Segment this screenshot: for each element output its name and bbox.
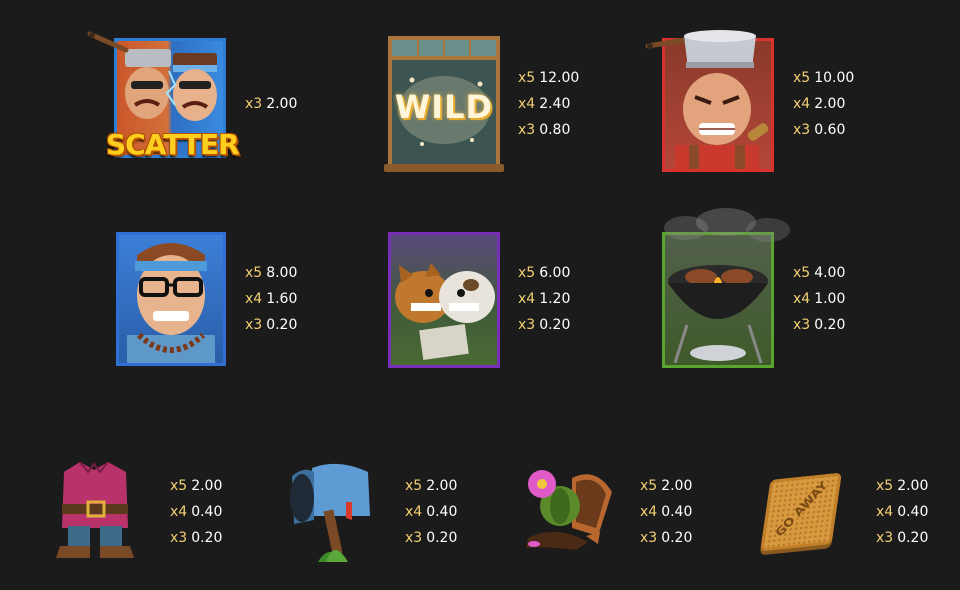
- pay-row: x3 0.20: [876, 530, 929, 546]
- angry-pot-man-symbol: [644, 26, 784, 176]
- bbq-grill-icon: [668, 265, 768, 364]
- pay-row: x5 2.00: [876, 478, 929, 494]
- fighting-dogs-icon: [395, 263, 495, 361]
- dogs-paytable: x5 6.00 x4 1.20 x3 0.20: [518, 260, 570, 338]
- pay-row: x4 1.00: [793, 291, 846, 307]
- pay-row: x3 0.20: [405, 530, 458, 546]
- pay-row: x4 1.20: [518, 291, 571, 307]
- gnome-paytable: x5 2.00 x4 0.40 x3 0.20: [170, 473, 222, 551]
- broken-mailbox-icon: [290, 463, 370, 562]
- glasses-neighbor-symbol: [112, 218, 230, 370]
- pay-row: x5 4.00: [793, 265, 846, 281]
- pay-row: x3 0.80: [518, 122, 571, 138]
- pay-row: x4 0.40: [876, 504, 929, 520]
- bbq-paytable: x5 4.00 x4 1.00 x3 0.20: [793, 260, 845, 338]
- glasses-man-card: [116, 232, 226, 366]
- broken-flowerpot-icon: [526, 470, 612, 550]
- scatter-label: SCATTER: [106, 128, 240, 161]
- dogs-symbol: [386, 230, 504, 370]
- pay-row: x3 2.00: [245, 96, 298, 112]
- scatter-paytable: x3 2.00: [245, 91, 297, 117]
- broken-gnome-icon: [56, 461, 134, 558]
- pay-row: x4 0.40: [405, 504, 458, 520]
- pan-handle-icon: [87, 31, 129, 53]
- dogs-card: [388, 232, 500, 368]
- neighbor-glasses-headband-icon: [127, 243, 215, 363]
- mailbox-paytable: x5 2.00 x4 0.40 x3 0.20: [405, 473, 457, 551]
- flowerpot-paytable: x5 2.00 x4 0.40 x3 0.20: [640, 473, 692, 551]
- pay-row: x5 2.00: [170, 478, 223, 494]
- pay-row: x3 0.60: [793, 122, 846, 138]
- window-sill: [384, 164, 504, 172]
- pay-row: x4 2.40: [518, 96, 571, 112]
- pay-row: x4 0.40: [170, 504, 223, 520]
- pay-row: x4 0.40: [640, 504, 693, 520]
- wild-label: WILD: [394, 88, 494, 126]
- pay-row: x5 8.00: [245, 265, 298, 281]
- pay-row: x5 12.00: [518, 70, 580, 86]
- wild-paytable: x5 12.00 x4 2.40 x3 0.80: [518, 65, 579, 143]
- pay-row: x3 0.20: [640, 530, 693, 546]
- glasses-man-paytable: x5 8.00 x4 1.60 x3 0.20: [245, 260, 297, 338]
- bbq-card: [662, 232, 774, 368]
- doormat-label: GO AWAY: [772, 479, 831, 539]
- pay-row: x4 1.60: [245, 291, 298, 307]
- scatter-symbol: SCATTER: [86, 28, 240, 176]
- pay-row: x5 2.00: [405, 478, 458, 494]
- pay-row: x3 0.20: [518, 317, 571, 333]
- cooking-pot-hat-icon: [645, 30, 756, 68]
- pay-row: x5 6.00: [518, 265, 571, 281]
- doormat-paytable: x5 2.00 x4 0.40 x3 0.20: [876, 473, 928, 551]
- angry-man-paytable: x5 10.00 x4 2.00 x3 0.60: [793, 65, 854, 143]
- pay-row: x5 2.00: [640, 478, 693, 494]
- garden-gnome-symbol: [50, 458, 140, 566]
- wild-symbol: WILD: [384, 36, 504, 176]
- mailbox-symbol: [282, 458, 378, 568]
- doormat-symbol: GO AWAY: [752, 468, 848, 558]
- pay-row: x3 0.20: [245, 317, 298, 333]
- bbq-grill-symbol: [656, 206, 796, 372]
- smoke-icon: [664, 208, 790, 242]
- doormat-icon: GO AWAY: [760, 472, 842, 552]
- pay-row: x4 2.00: [793, 96, 846, 112]
- pay-row: x5 10.00: [793, 70, 855, 86]
- pay-row: x3 0.20: [793, 317, 846, 333]
- pay-row: x3 0.20: [170, 530, 223, 546]
- flowerpot-symbol: [516, 462, 616, 554]
